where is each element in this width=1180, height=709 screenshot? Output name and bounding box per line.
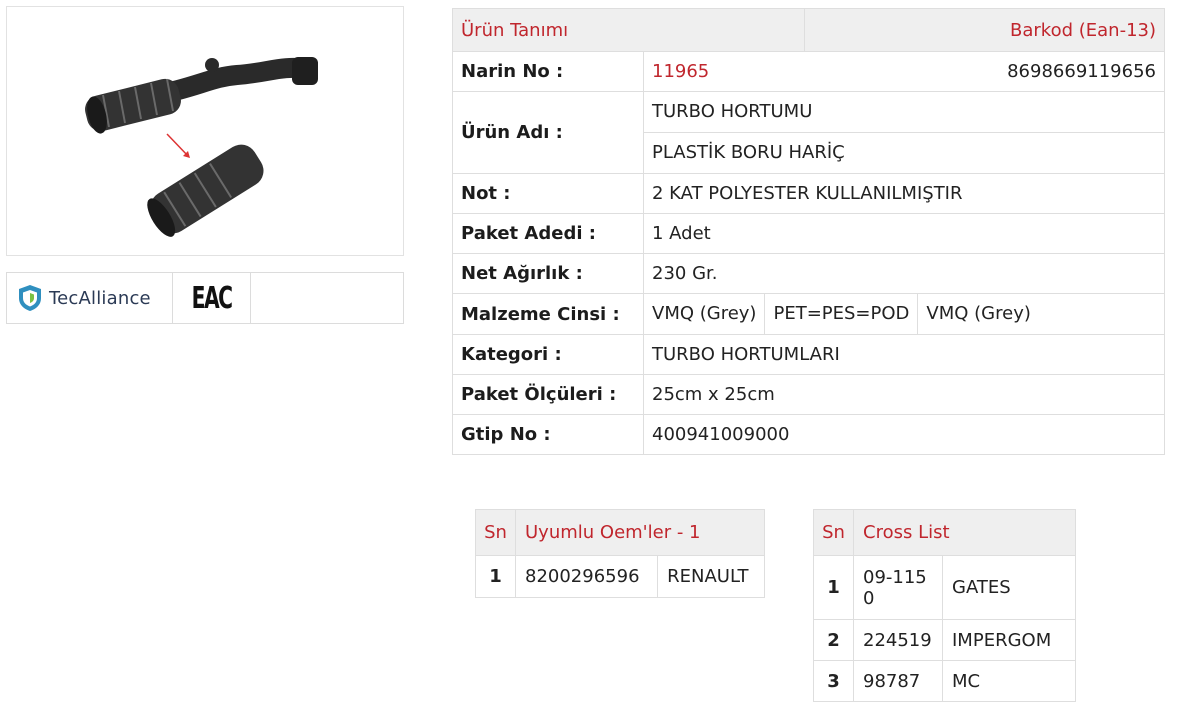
product-name-line2: PLASTİK BORU HARİÇ (644, 132, 1164, 173)
tecalliance-text: TecAlliance (49, 287, 151, 309)
cross-row-code: 09-1150 (853, 555, 943, 620)
package-size-label: Paket Ölçüleri : (452, 374, 644, 415)
category-value: TURBO HORTUMLARI (643, 334, 1165, 375)
table-row: 1 09-1150 GATES (813, 555, 1076, 620)
oem-sn-header: Sn (475, 509, 516, 556)
eac-logo: EAC (173, 273, 251, 323)
tecalliance-logo: TecAlliance (7, 273, 173, 323)
oem-title: Uyumlu Oem'ler - 1 (515, 509, 765, 556)
net-weight-value: 230 Gr. (643, 253, 1165, 294)
cross-row-sn: 3 (813, 660, 854, 702)
package-size-value: 25cm x 25cm (643, 374, 1165, 415)
cross-row-sn: 1 (813, 555, 854, 620)
product-name-line1: TURBO HORTUMU (652, 101, 813, 122)
material-label: Malzeme Cinsi : (452, 293, 644, 335)
product-name-row: Ürün Adı : TURBO HORTUMU PLASTİK BORU HA… (452, 91, 1165, 174)
cross-row-brand: MC (942, 660, 1076, 702)
cross-sn-header: Sn (813, 509, 854, 556)
oem-row-code: 8200296596 (514, 555, 659, 598)
package-count-label: Paket Adedi : (452, 213, 644, 254)
net-weight-row: Net Ağırlık : 230 Gr. (452, 253, 1165, 294)
table-row: 1 8200296596 RENAULT (475, 555, 765, 598)
gtip-value: 400941009000 (643, 414, 1165, 455)
oem-table: Sn Uyumlu Oem'ler - 1 1 8200296596 RENAU… (475, 509, 765, 598)
cross-row-code: 98787 (853, 660, 943, 702)
oem-header-row: Sn Uyumlu Oem'ler - 1 (475, 509, 765, 556)
cross-row-code: 224519 (853, 619, 943, 661)
certification-logos: TecAlliance EAC (6, 272, 404, 324)
gtip-row: Gtip No : 400941009000 (452, 414, 1165, 455)
package-count-value: 1 Adet (643, 213, 1165, 254)
narin-value: 11965 (643, 51, 805, 92)
material-row: Malzeme Cinsi : VMQ (Grey) PET=PES=POD V… (452, 293, 1165, 335)
note-row: Not : 2 KAT POLYESTER KULLANILMIŞTIR (452, 173, 1165, 214)
cross-row-brand: IMPERGOM (942, 619, 1076, 661)
net-weight-label: Net Ağırlık : (452, 253, 644, 294)
shield-icon (19, 285, 41, 311)
oem-row-sn: 1 (475, 555, 516, 598)
cross-header-row: Sn Cross List (813, 509, 1076, 556)
material-value-1: VMQ (Grey) (644, 294, 766, 334)
material-value-3: VMQ (Grey) (926, 303, 1031, 324)
product-info-table: Ürün Tanımı Barkod (Ean-13) Narin No : 1… (452, 8, 1166, 455)
table-row: 2 224519 IMPERGOM (813, 619, 1076, 661)
cross-row-brand: GATES (942, 555, 1076, 620)
barcode-value: 8698669119656 (804, 51, 1166, 92)
category-row: Kategori : TURBO HORTUMLARI (452, 334, 1165, 375)
info-header-row: Ürün Tanımı Barkod (Ean-13) (452, 8, 1166, 52)
package-count-row: Paket Adedi : 1 Adet (452, 213, 1165, 254)
narin-row: Narin No : 11965 8698669119656 (452, 51, 1166, 92)
cross-row-sn: 2 (813, 619, 854, 661)
turbo-hose-photo-icon (85, 57, 318, 237)
table-row: 3 98787 MC (813, 660, 1076, 702)
cross-title: Cross List (853, 509, 1076, 556)
product-name-label: Ürün Adı : (452, 91, 644, 174)
barcode-header: Barkod (Ean-13) (803, 8, 1166, 52)
narin-label: Narin No : (452, 51, 644, 92)
gtip-label: Gtip No : (452, 414, 644, 455)
product-image (6, 6, 404, 256)
cross-list-table: Sn Cross List 1 09-1150 GATES 2 224519 I… (813, 509, 1076, 702)
note-value: 2 KAT POLYESTER KULLANILMIŞTIR (643, 173, 1165, 214)
note-label: Not : (452, 173, 644, 214)
oem-row-brand: RENAULT (657, 555, 765, 598)
package-size-row: Paket Ölçüleri : 25cm x 25cm (452, 374, 1165, 415)
eac-mark: EAC (191, 280, 233, 316)
category-label: Kategori : (452, 334, 644, 375)
product-definition-header: Ürün Tanımı (452, 8, 805, 52)
material-value-2: PET=PES=POD (765, 294, 919, 334)
